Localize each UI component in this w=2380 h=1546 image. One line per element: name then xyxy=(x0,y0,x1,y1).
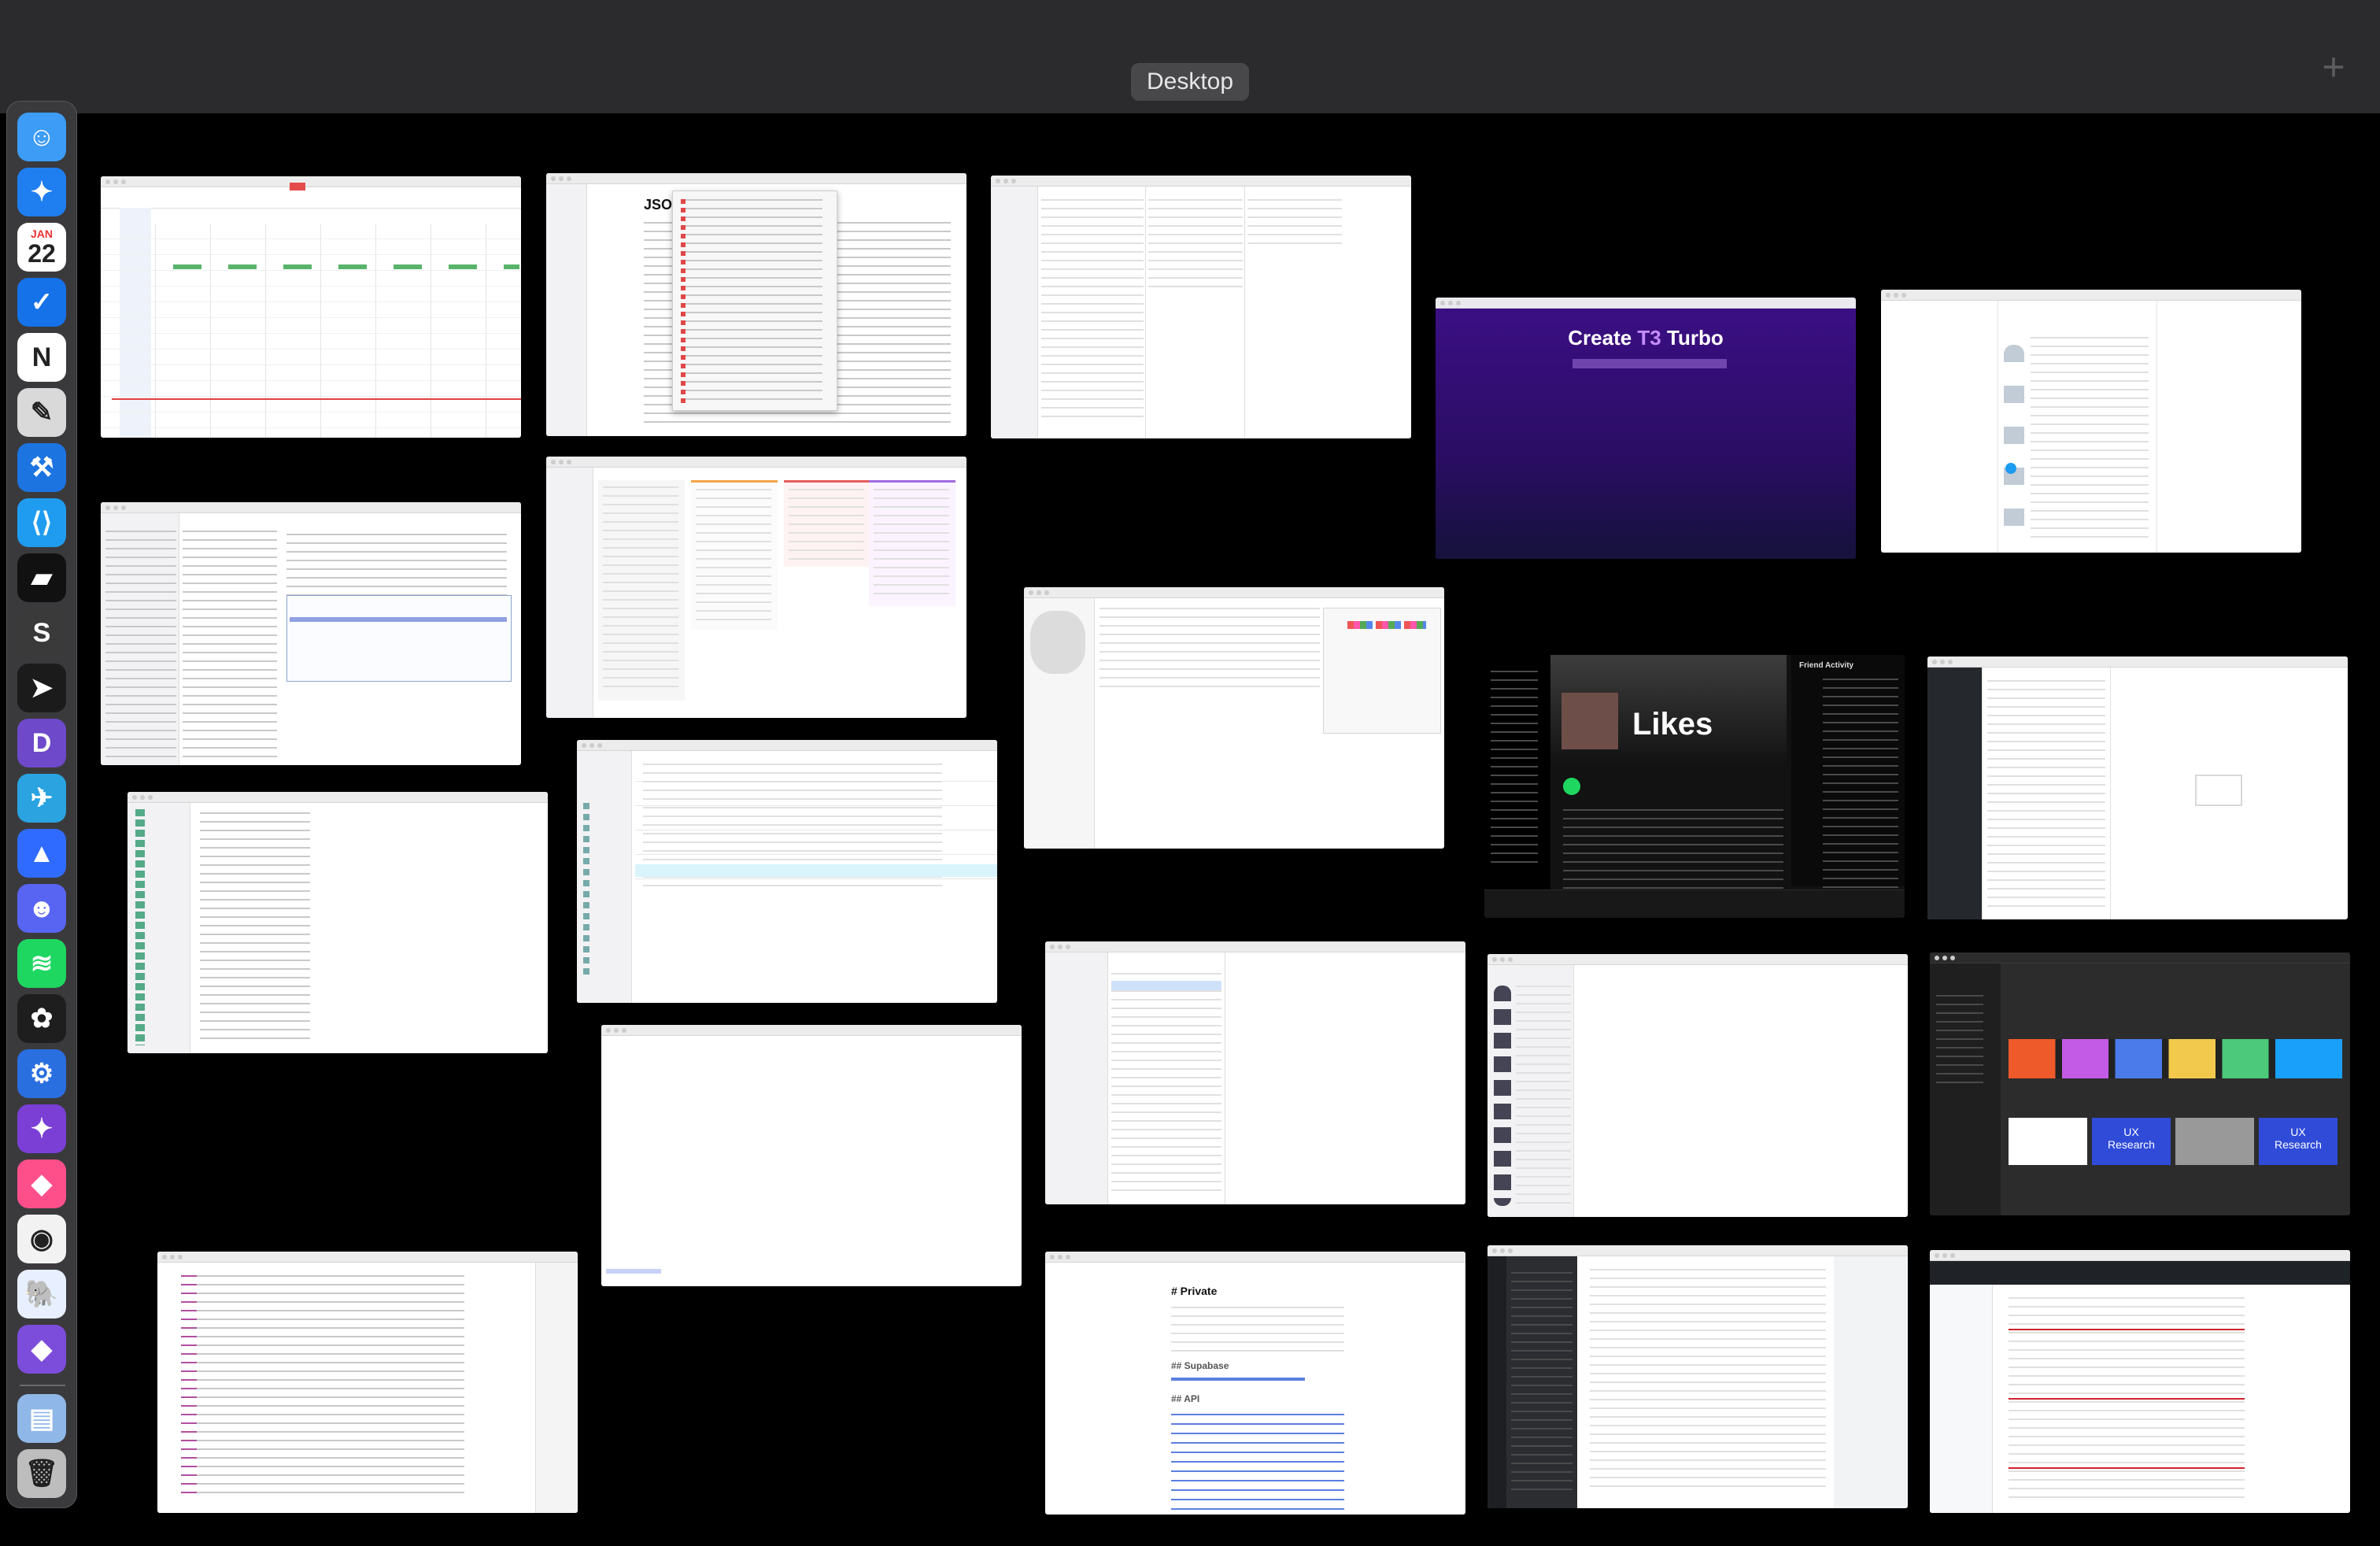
downloads-stack-icon[interactable]: ▤ xyxy=(17,1394,66,1443)
linear-board-window[interactable] xyxy=(546,457,966,718)
spotify-window[interactable]: Likes Friend Activity xyxy=(1484,655,1905,918)
discord-dark-window[interactable] xyxy=(1488,1245,1908,1508)
figma-icon[interactable]: ✿ xyxy=(17,994,66,1043)
obsidian-notes-window[interactable]: # Private ## Supabase ## API xyxy=(1045,1252,1465,1515)
notes-supabase-heading: ## Supabase xyxy=(1171,1360,1229,1371)
xcode-icon[interactable]: ⚒ xyxy=(17,443,66,492)
chrome-icon[interactable]: ◉ xyxy=(17,1215,66,1263)
code-editor-window[interactable] xyxy=(157,1252,578,1513)
twitter-browser-window[interactable] xyxy=(1881,290,2301,553)
shortcuts-icon[interactable]: ◆ xyxy=(17,1160,66,1208)
warp-icon[interactable]: ▰ xyxy=(17,553,66,602)
cursor-icon[interactable]: ➤ xyxy=(17,664,66,712)
things-icon[interactable]: ✓ xyxy=(17,278,66,327)
t3-turbo-browser-window[interactable]: Create T3 Turbo xyxy=(1436,298,1856,559)
spotify-likes-heading: Likes xyxy=(1632,707,1713,742)
reminders-window[interactable] xyxy=(577,740,997,1003)
xcode-window[interactable] xyxy=(101,502,521,765)
spotify-icon[interactable]: ≋ xyxy=(17,939,66,988)
notes-api-heading: ## API xyxy=(1171,1393,1200,1404)
blank-browser-window[interactable] xyxy=(601,1025,1022,1286)
tableplus-icon[interactable]: 🐘 xyxy=(17,1270,66,1319)
github-window[interactable] xyxy=(1930,1250,2350,1513)
dock-separator xyxy=(20,1385,65,1386)
calendar-window[interactable] xyxy=(101,176,521,438)
arc-icon[interactable]: ▲ xyxy=(17,829,66,878)
telegram-icon[interactable]: ✈ xyxy=(17,774,66,823)
mail-window[interactable] xyxy=(1927,656,2348,919)
figma-window[interactable]: UX Research UX Research xyxy=(1930,952,2350,1215)
safari-technology-preview-icon[interactable]: ✦ xyxy=(17,1104,66,1153)
dash-icon[interactable]: D xyxy=(17,719,66,767)
finder-list-window[interactable] xyxy=(1045,941,1465,1204)
instruments-icon[interactable]: ⚙ xyxy=(17,1049,66,1098)
figma-card-ux-research-b: UX Research xyxy=(2259,1118,2338,1165)
preview-icon[interactable]: ✎ xyxy=(17,388,66,437)
spaces-bar: Desktop + xyxy=(0,0,2380,113)
sublime-text-icon[interactable]: S xyxy=(17,608,66,657)
envelope-icon xyxy=(2195,775,2242,806)
trash-icon[interactable]: 🗑 xyxy=(17,1449,66,1498)
finder-icon[interactable]: ☺ xyxy=(17,113,66,161)
finder-window[interactable] xyxy=(991,176,1411,438)
discord-light-window[interactable] xyxy=(1488,954,1908,1217)
t3-title: Create T3 Turbo xyxy=(1568,326,1724,350)
friend-activity-label: Friend Activity xyxy=(1799,661,1854,670)
discord-icon[interactable]: ☻ xyxy=(17,884,66,933)
vscode-icon[interactable]: ⟨⟩ xyxy=(17,498,66,547)
things-window[interactable] xyxy=(128,792,548,1053)
safari-icon[interactable]: ✦ xyxy=(17,168,66,216)
desktop-space-label[interactable]: Desktop xyxy=(1131,63,1249,101)
calendar-icon[interactable]: JAN 22 xyxy=(17,223,66,272)
obsidian-icon[interactable]: ◆ xyxy=(17,1325,66,1374)
tableplus-window[interactable] xyxy=(1024,587,1444,849)
dock: ☺ ✦ JAN 22 ✓ N ✎ ⚒ ⟨⟩ ▰ S ➤ D ✈ ▲ ☻ ≋ ✿ ⚙ ✦ ◆ ◉ 🐘 ◆ ▤ 🗑 xyxy=(6,101,77,1508)
add-space-button[interactable]: + xyxy=(2314,47,2353,88)
figma-card-ux-research-a: UX Research xyxy=(2092,1118,2171,1165)
notion-icon[interactable]: N xyxy=(17,333,66,382)
notes-private-heading: # Private xyxy=(1171,1285,1218,1297)
json-docs-window[interactable]: JSON xyxy=(546,173,966,436)
